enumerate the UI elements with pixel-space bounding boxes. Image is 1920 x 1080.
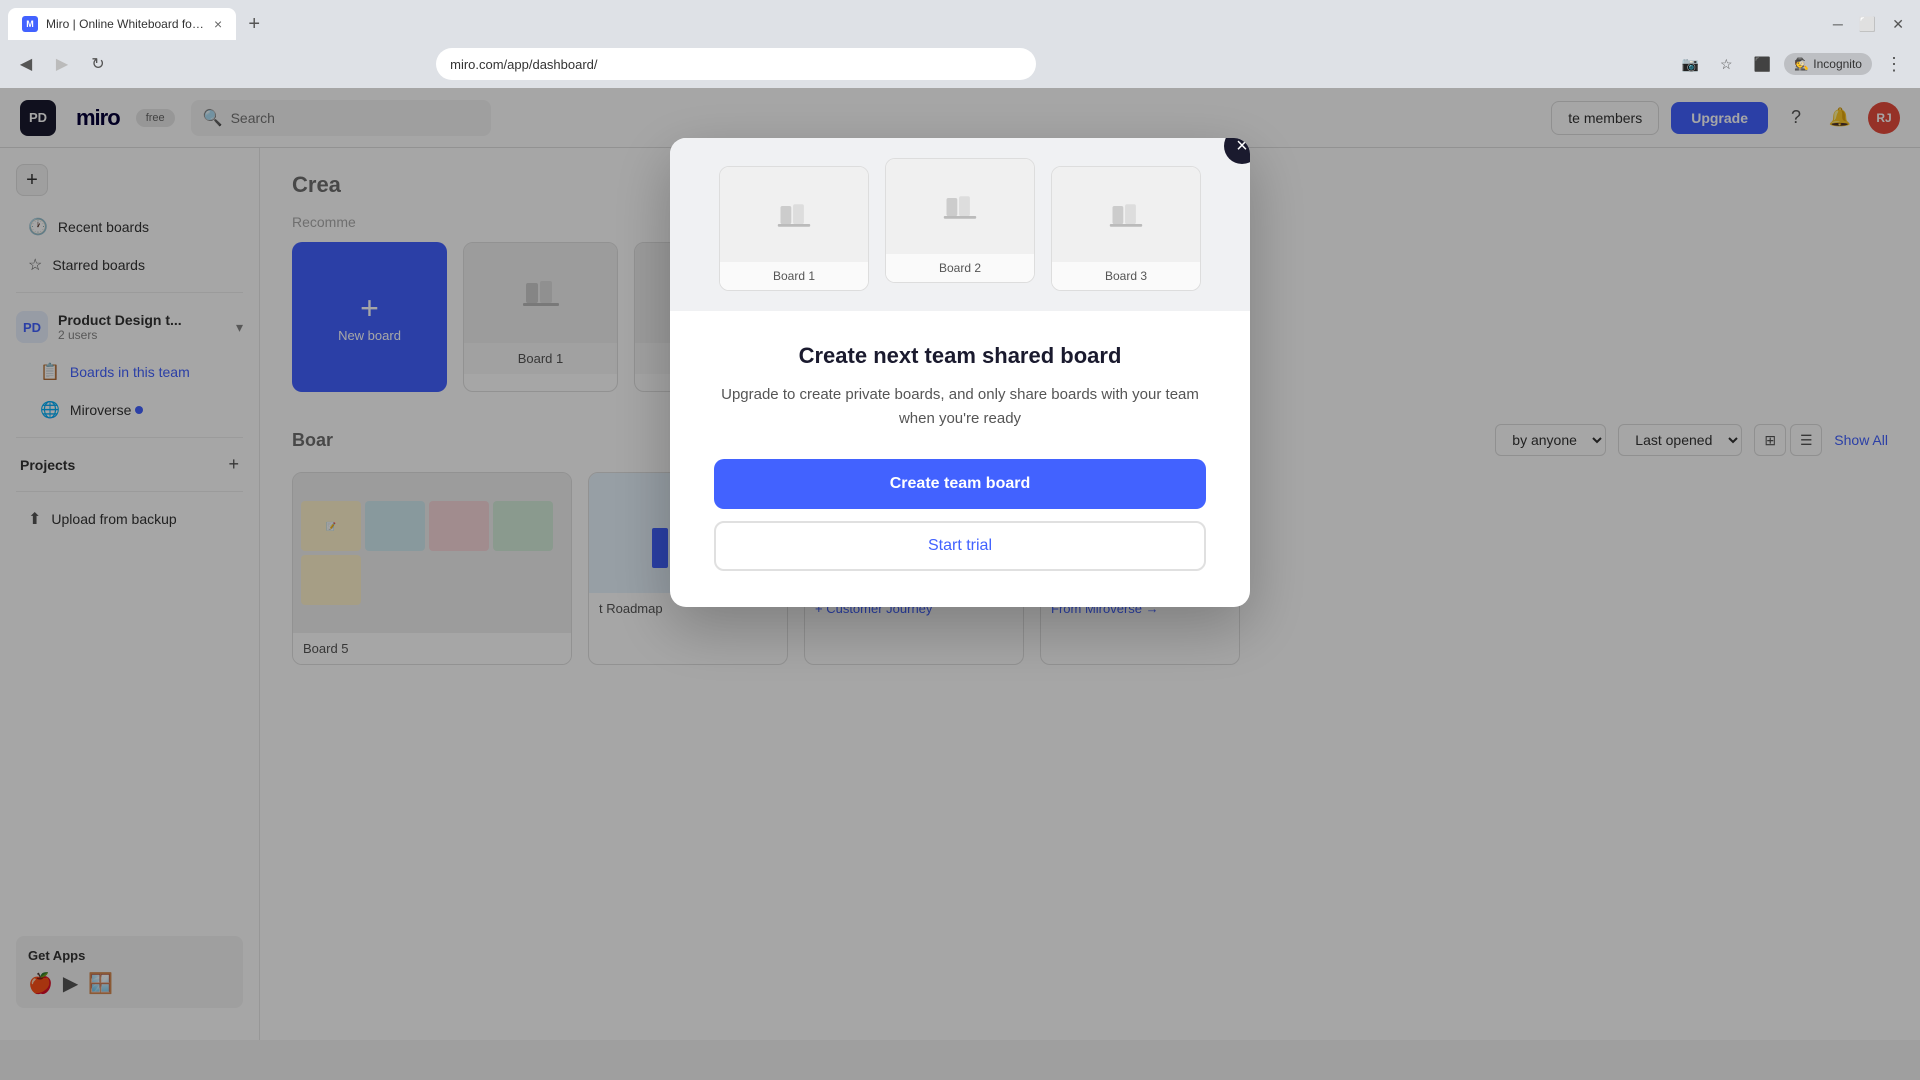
tab-close-icon[interactable]: × [214, 16, 222, 32]
browser-toolbar: ◀ ▶ ↻ miro.com/app/dashboard/ 📷 ☆ ⬛ 🕵 In… [0, 40, 1920, 88]
minimize-icon[interactable]: ─ [1833, 16, 1843, 32]
modal-board-3-label: Board 3 [1052, 262, 1200, 290]
maximize-icon[interactable]: ⬜ [1859, 16, 1876, 33]
create-team-board-btn[interactable]: Create team board [714, 459, 1206, 509]
camera-icon[interactable]: 📷 [1676, 50, 1704, 78]
menu-icon[interactable]: ⋮ [1880, 50, 1908, 78]
incognito-icon: 🕵 [1794, 57, 1809, 71]
modal-body: Create next team shared board Upgrade to… [670, 311, 1250, 607]
modal-board-preview-3: Board 3 [1051, 166, 1201, 291]
forward-btn[interactable]: ▶ [48, 50, 76, 78]
modal-board-preview-2: Board 2 [885, 158, 1035, 283]
new-tab-btn[interactable]: + [240, 10, 268, 38]
tab-bar: M Miro | Online Whiteboard for Vi... × +… [0, 0, 1920, 40]
browser-chrome: M Miro | Online Whiteboard for Vi... × +… [0, 0, 1920, 88]
modal: × Board 1 Board 2 Boar [670, 138, 1250, 607]
modal-board-2-label: Board 2 [886, 254, 1034, 282]
incognito-label: Incognito [1813, 57, 1862, 71]
modal-previews: Board 1 Board 2 Board 3 [670, 138, 1250, 311]
address-bar[interactable]: miro.com/app/dashboard/ [436, 48, 1036, 80]
modal-board-preview-1: Board 1 [719, 166, 869, 291]
incognito-badge: 🕵 Incognito [1784, 53, 1872, 75]
bookmark-icon[interactable]: ☆ [1712, 50, 1740, 78]
modal-overlay: × Board 1 Board 2 Boar [0, 88, 1920, 1080]
active-tab[interactable]: M Miro | Online Whiteboard for Vi... × [8, 8, 236, 40]
modal-description: Upgrade to create private boards, and on… [714, 383, 1206, 431]
tab-favicon: M [22, 16, 38, 32]
modal-board-1-label: Board 1 [720, 262, 868, 290]
start-trial-btn[interactable]: Start trial [714, 521, 1206, 571]
cast-icon[interactable]: ⬛ [1748, 50, 1776, 78]
reload-btn[interactable]: ↻ [84, 50, 112, 78]
tab-title: Miro | Online Whiteboard for Vi... [46, 17, 206, 31]
back-btn[interactable]: ◀ [12, 50, 40, 78]
close-window-icon[interactable]: ✕ [1892, 16, 1904, 33]
modal-title: Create next team shared board [714, 343, 1206, 369]
